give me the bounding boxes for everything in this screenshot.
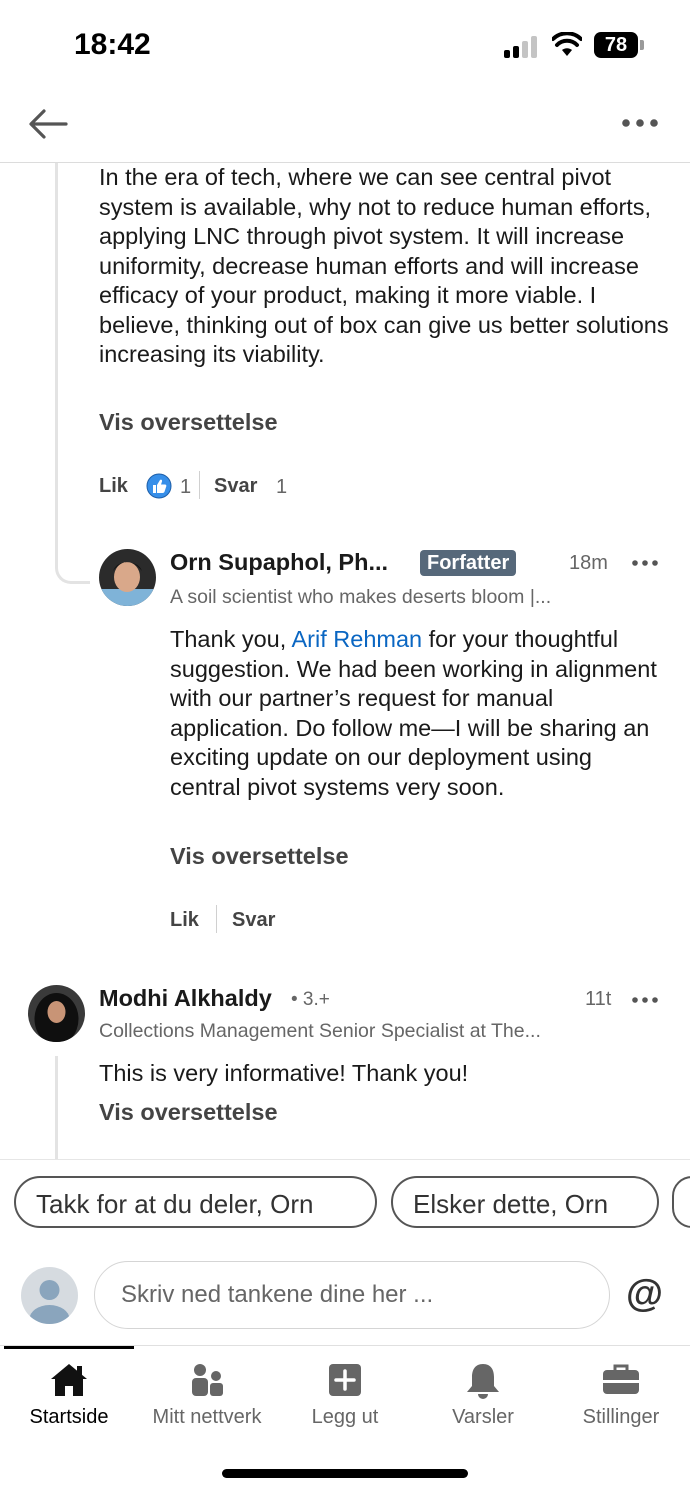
suggested-replies: Takk for at du deler, Orn Elsker dette, …	[0, 1159, 690, 1250]
status-time: 18:42	[74, 28, 151, 61]
nav-label: Mitt nettverk	[152, 1406, 262, 1428]
reply-text: Thank you, Arif Rehman for your thoughtf…	[170, 625, 665, 802]
suggestion-chip-partial[interactable]	[672, 1176, 690, 1228]
more-options-icon[interactable]	[620, 108, 660, 138]
nav-notifications[interactable]: Varsler	[414, 1360, 552, 1440]
thread-line-curve	[55, 543, 90, 584]
battery-indicator: 78	[594, 32, 638, 58]
nav-label: Stillinger	[582, 1406, 660, 1428]
reply-text-rest: for your thoughtful suggestion. We had b…	[170, 626, 657, 800]
action-divider	[199, 471, 200, 499]
nav-label: Varsler	[452, 1406, 514, 1428]
mention-link[interactable]: Arif Rehman	[292, 626, 423, 652]
bell-icon	[467, 1364, 499, 1399]
suggestion-chip[interactable]: Elsker dette, Orn	[391, 1176, 659, 1228]
see-translation-link[interactable]: Vis oversettelse	[99, 409, 278, 436]
nav-home[interactable]: Startside	[0, 1360, 138, 1440]
like-button[interactable]: Lik	[170, 909, 199, 932]
author-name[interactable]: Modhi Alkhaldy	[99, 985, 272, 1012]
action-divider	[216, 905, 217, 933]
thread-line	[55, 1056, 58, 1159]
author-badge: Forfatter	[420, 550, 517, 576]
comment-composer: Skriv ned tankene dine her ... @	[0, 1249, 690, 1345]
reply-count: 1	[276, 476, 288, 498]
avatar[interactable]	[99, 549, 156, 606]
comment-text: In the era of tech, where we can see cen…	[99, 164, 669, 367]
briefcase-icon	[603, 1364, 639, 1394]
status-bar: 18:42 78	[0, 0, 690, 92]
like-button[interactable]: Lik	[99, 475, 128, 498]
comment-more-icon[interactable]	[632, 994, 658, 1006]
bottom-nav: Startside Mitt nettverk Legg ut Varsler	[0, 1345, 690, 1494]
thread-line	[55, 163, 58, 567]
nav-jobs[interactable]: Stillinger	[552, 1360, 690, 1440]
suggestion-chip[interactable]: Takk for at du deler, Orn	[14, 1176, 377, 1228]
reply-button[interactable]: Svar	[232, 909, 275, 932]
avatar[interactable]	[28, 985, 85, 1042]
signal-icon	[504, 36, 540, 58]
top-bar	[0, 92, 690, 163]
comment-time: 18m	[569, 552, 608, 574]
network-icon	[192, 1364, 223, 1396]
home-icon	[51, 1364, 87, 1396]
see-translation-link[interactable]: Vis oversettelse	[170, 843, 349, 870]
mention-button[interactable]: @	[626, 1273, 663, 1316]
reply-button[interactable]: Svar	[214, 475, 257, 498]
back-arrow-icon[interactable]	[26, 104, 72, 144]
comment-more-icon[interactable]	[632, 557, 658, 569]
nav-label: Startside	[29, 1406, 109, 1428]
like-count: 1	[180, 476, 192, 498]
author-headline: A soil scientist who makes deserts bloom…	[170, 586, 552, 608]
post-icon	[329, 1364, 361, 1396]
comment-input[interactable]: Skriv ned tankene dine her ...	[94, 1261, 610, 1329]
active-tab-indicator	[4, 1346, 134, 1349]
nav-network[interactable]: Mitt nettverk	[138, 1360, 276, 1440]
wifi-icon	[552, 32, 582, 56]
nav-label: Legg ut	[311, 1406, 379, 1428]
see-translation-link[interactable]: Vis oversettelse	[99, 1099, 278, 1126]
author-name[interactable]: Orn Supaphol, Ph...	[170, 549, 388, 576]
user-avatar	[21, 1267, 78, 1324]
battery-nub	[640, 40, 644, 50]
like-reaction-icon	[146, 473, 172, 499]
comment-text: This is very informative! Thank you!	[99, 1060, 469, 1086]
nav-post[interactable]: Legg ut	[276, 1360, 414, 1440]
comment-time: 11t	[585, 988, 612, 1010]
comments-feed: In the era of tech, where we can see cen…	[0, 163, 690, 1159]
author-headline: Collections Management Senior Specialist…	[99, 1020, 541, 1042]
connection-degree: • 3.+	[291, 989, 330, 1010]
home-indicator	[222, 1469, 468, 1478]
reply-text-start: Thank you,	[170, 626, 287, 652]
